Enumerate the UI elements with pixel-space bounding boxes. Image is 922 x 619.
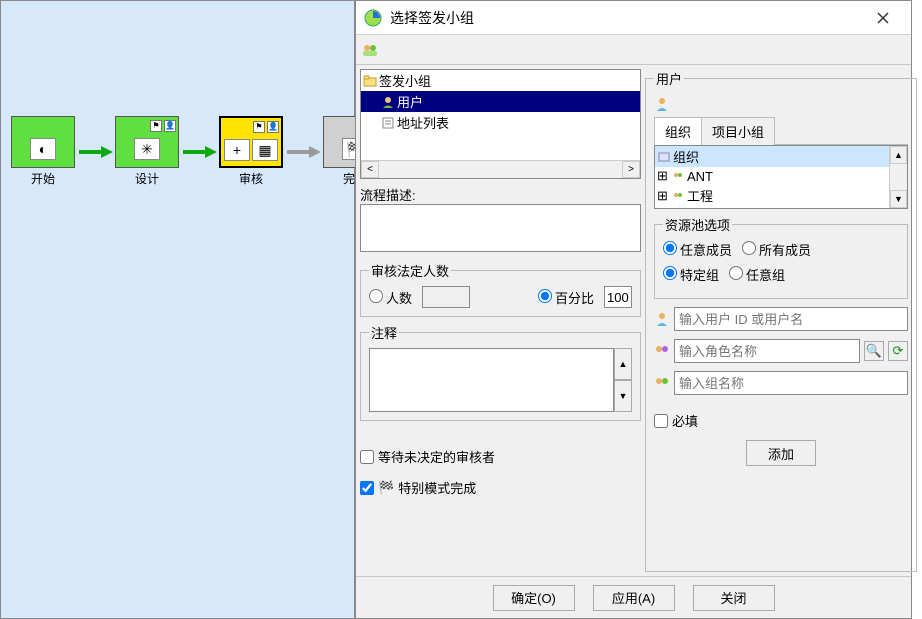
search-role-button[interactable]: 🔍 bbox=[864, 341, 884, 361]
titlebar: 选择签发小组 bbox=[356, 1, 911, 35]
quorum-count-radio[interactable]: 人数 bbox=[369, 288, 412, 307]
group-icon bbox=[654, 375, 670, 391]
pool-any-group-radio[interactable]: 任意组 bbox=[729, 265, 785, 284]
org-tree-item[interactable]: ⊞项目管理 bbox=[655, 206, 889, 208]
org-tree[interactable]: 组织 ⊞ANT ⊞工程 ⊞项目管理 ▲▼ bbox=[654, 145, 908, 209]
arrow-icon bbox=[181, 120, 217, 184]
group-icon bbox=[671, 189, 685, 203]
workflow-canvas[interactable]: ◐ 开始 ⚑👤 ✳ 设计 ⚑👤 +▦ 审核 bbox=[0, 0, 355, 619]
pool-all-members-radio[interactable]: 所有成员 bbox=[742, 240, 811, 259]
process-desc-label: 流程描述: bbox=[360, 185, 641, 204]
toolbar bbox=[356, 35, 911, 65]
flag-icon: ⚑ bbox=[150, 120, 162, 132]
required-checkbox[interactable] bbox=[654, 414, 668, 428]
role-icon bbox=[654, 343, 670, 359]
refresh-role-button[interactable]: ⟳ bbox=[888, 341, 908, 361]
notes-input[interactable] bbox=[369, 348, 614, 412]
close-icon bbox=[877, 12, 889, 24]
scroll-up-button[interactable]: ▲ bbox=[890, 146, 907, 164]
tab-organization[interactable]: 组织 bbox=[654, 117, 702, 145]
wait-pending-label: 等待未决定的审核者 bbox=[378, 447, 495, 466]
app-logo-icon bbox=[364, 9, 382, 27]
doc-icon: ▦ bbox=[252, 139, 278, 161]
list-icon bbox=[381, 116, 395, 130]
wf-node-label: 开始 bbox=[9, 168, 77, 187]
person-icon bbox=[381, 95, 395, 109]
ok-button[interactable]: 确定(O) bbox=[493, 585, 575, 611]
org-tree-item[interactable]: ⊞工程 bbox=[655, 185, 889, 206]
quorum-count-input[interactable] bbox=[422, 286, 470, 308]
quorum-percent-input[interactable] bbox=[604, 286, 632, 308]
checkered-flag-icon: 🏁 bbox=[378, 480, 394, 496]
person-icon bbox=[654, 311, 670, 327]
plus-icon: + bbox=[224, 139, 250, 161]
tree-hscrollbar[interactable]: < > bbox=[361, 160, 640, 178]
start-icon: ◐ bbox=[30, 138, 56, 160]
pool-specific-group-radio[interactable]: 特定组 bbox=[663, 265, 719, 284]
close-button[interactable]: 关闭 bbox=[693, 585, 775, 611]
notes-group: 注释 ▲ ▼ bbox=[360, 323, 641, 421]
quorum-percent-radio[interactable]: 百分比 bbox=[538, 288, 594, 307]
person-icon: 👤 bbox=[164, 120, 176, 132]
wf-node-design[interactable]: ⚑👤 ✳ 设计 bbox=[113, 116, 181, 187]
select-signoff-group-dialog: 选择签发小组 签发小组 用户 bbox=[355, 0, 912, 619]
tab-project-group[interactable]: 项目小组 bbox=[701, 117, 775, 145]
org-icon bbox=[657, 150, 671, 164]
arrow-icon bbox=[285, 120, 321, 184]
folder-icon bbox=[363, 74, 377, 88]
org-tree-item[interactable]: 组织 bbox=[655, 146, 889, 167]
dialog-title: 选择签发小组 bbox=[390, 8, 863, 28]
role-name-input[interactable] bbox=[674, 339, 860, 363]
group-icon bbox=[671, 169, 685, 183]
org-tree-vscrollbar[interactable]: ▲▼ bbox=[889, 146, 907, 208]
notes-down-button[interactable]: ▼ bbox=[614, 380, 632, 412]
wf-node-review[interactable]: ⚑👤 +▦ 审核 bbox=[217, 116, 285, 187]
special-complete-label: 特别模式完成 bbox=[398, 478, 476, 497]
flag-icon: ⚑ bbox=[253, 121, 265, 133]
quorum-group: 审核法定人数 人数 百分比 bbox=[360, 261, 641, 317]
wf-node-label: 设计 bbox=[113, 168, 181, 187]
tree-item-user[interactable]: 用户 bbox=[361, 91, 640, 112]
burst-icon: ✳ bbox=[134, 138, 160, 160]
process-desc-input[interactable] bbox=[360, 204, 641, 252]
apply-button[interactable]: 应用(A) bbox=[593, 585, 675, 611]
wait-pending-checkbox[interactable] bbox=[360, 450, 374, 464]
person-icon bbox=[654, 96, 670, 112]
arrow-icon bbox=[77, 120, 113, 184]
wf-node-label: 审核 bbox=[217, 168, 285, 187]
close-button[interactable] bbox=[863, 3, 903, 33]
org-tree-item[interactable]: ⊞ANT bbox=[655, 167, 889, 185]
required-label: 必填 bbox=[672, 411, 698, 430]
tree-root[interactable]: 签发小组 bbox=[361, 70, 640, 91]
refresh-icon: ⟳ bbox=[893, 343, 904, 359]
wf-node-start[interactable]: ◐ 开始 bbox=[9, 116, 77, 187]
scroll-right-button[interactable]: > bbox=[622, 161, 640, 178]
special-complete-checkbox[interactable] bbox=[360, 481, 374, 495]
group-name-input[interactable] bbox=[674, 371, 908, 395]
notes-up-button[interactable]: ▲ bbox=[614, 348, 632, 380]
tree-item-address-list[interactable]: 地址列表 bbox=[361, 112, 640, 133]
scroll-down-button[interactable]: ▼ bbox=[890, 190, 907, 208]
scroll-left-button[interactable]: < bbox=[361, 161, 379, 178]
add-button[interactable]: 添加 bbox=[746, 440, 816, 466]
person-icon: 👤 bbox=[267, 121, 279, 133]
group-icon[interactable] bbox=[362, 42, 378, 58]
pool-any-member-radio[interactable]: 任意成员 bbox=[663, 240, 732, 259]
user-id-input[interactable] bbox=[674, 307, 908, 331]
search-icon: 🔍 bbox=[866, 343, 882, 359]
signoff-group-tree[interactable]: 签发小组 用户 地址列表 < > bbox=[360, 69, 641, 179]
